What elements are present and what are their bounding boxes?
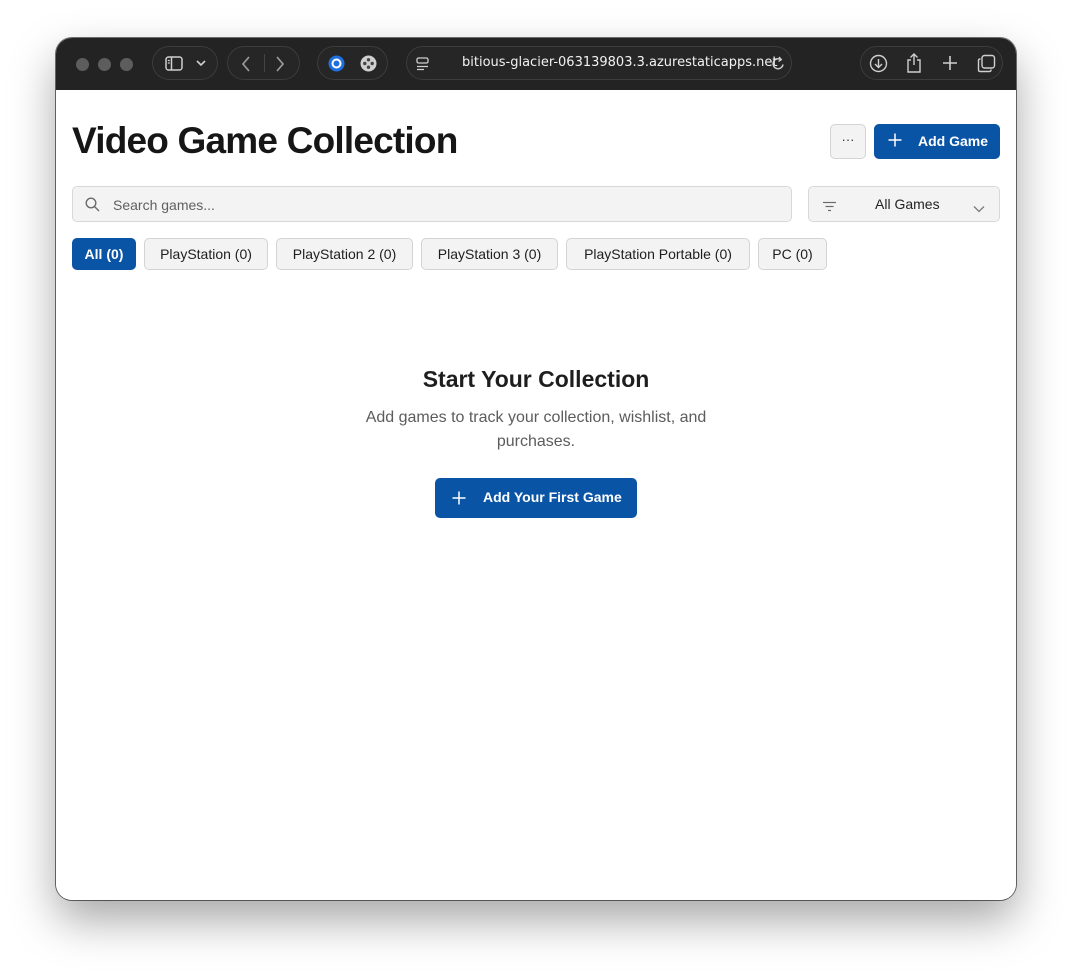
extension-icon[interactable] bbox=[328, 55, 345, 72]
page-settings-icon[interactable] bbox=[416, 57, 430, 71]
browser-window: bitious-glacier-063139803.3.azurestatica… bbox=[56, 38, 1016, 900]
add-game-button[interactable]: Add Game bbox=[874, 124, 1000, 159]
nav-divider bbox=[264, 54, 265, 72]
empty-state-text: Add games to track your collection, wish… bbox=[365, 409, 707, 450]
chip-playstation-3[interactable]: PlayStation 3 (0) bbox=[421, 238, 558, 270]
address-bar-url: bitious-glacier-063139803.3.azurestatica… bbox=[462, 55, 778, 70]
chevron-right-icon[interactable] bbox=[275, 56, 285, 72]
page-content: Video Game Collection ··· Add Game Searc… bbox=[56, 90, 1016, 900]
extensions-group bbox=[317, 46, 388, 80]
filter-select[interactable]: All Games bbox=[808, 186, 1000, 222]
chip-playstation-portable[interactable]: PlayStation Portable (0) bbox=[566, 238, 750, 270]
download-icon[interactable] bbox=[869, 54, 888, 73]
add-first-game-label: Add Your First Game bbox=[483, 489, 622, 505]
plus-icon[interactable] bbox=[942, 55, 958, 71]
search-input[interactable]: Search games... bbox=[72, 186, 792, 222]
filter-selected-value: All Games bbox=[875, 196, 940, 212]
tabs-overview-icon[interactable] bbox=[977, 54, 996, 73]
browser-toolbar: bitious-glacier-063139803.3.azurestatica… bbox=[56, 38, 1016, 90]
chip-pc[interactable]: PC (0) bbox=[758, 238, 827, 270]
chip-playstation[interactable]: PlayStation (0) bbox=[144, 238, 268, 270]
plus-icon bbox=[452, 491, 466, 505]
zoom-window-button[interactable] bbox=[120, 58, 133, 71]
chip-all[interactable]: All (0) bbox=[72, 238, 136, 270]
minimize-window-button[interactable] bbox=[98, 58, 111, 71]
toolbar-actions bbox=[860, 46, 1003, 80]
close-window-button[interactable] bbox=[76, 58, 89, 71]
share-icon[interactable] bbox=[906, 53, 922, 73]
empty-state-title: Start Your Collection bbox=[422, 366, 650, 392]
history-nav bbox=[227, 46, 300, 80]
chevron-left-icon[interactable] bbox=[241, 56, 251, 72]
search-placeholder: Search games... bbox=[113, 197, 215, 213]
chip-playstation-2[interactable]: PlayStation 2 (0) bbox=[276, 238, 413, 270]
chevron-down-icon bbox=[196, 59, 206, 67]
add-game-label: Add Game bbox=[918, 133, 989, 149]
search-icon bbox=[85, 197, 100, 217]
chevron-down-icon bbox=[973, 200, 985, 218]
more-options-button[interactable]: ··· bbox=[830, 124, 866, 159]
page-title: Video Game Collection bbox=[72, 120, 458, 161]
sidebar-toggle-button[interactable] bbox=[152, 46, 218, 80]
sidebar-icon bbox=[165, 56, 183, 71]
filter-icon bbox=[822, 199, 837, 217]
gamepad-extension-icon[interactable] bbox=[360, 55, 377, 72]
plus-icon bbox=[888, 133, 902, 147]
add-first-game-button[interactable]: Add Your First Game bbox=[435, 478, 637, 518]
